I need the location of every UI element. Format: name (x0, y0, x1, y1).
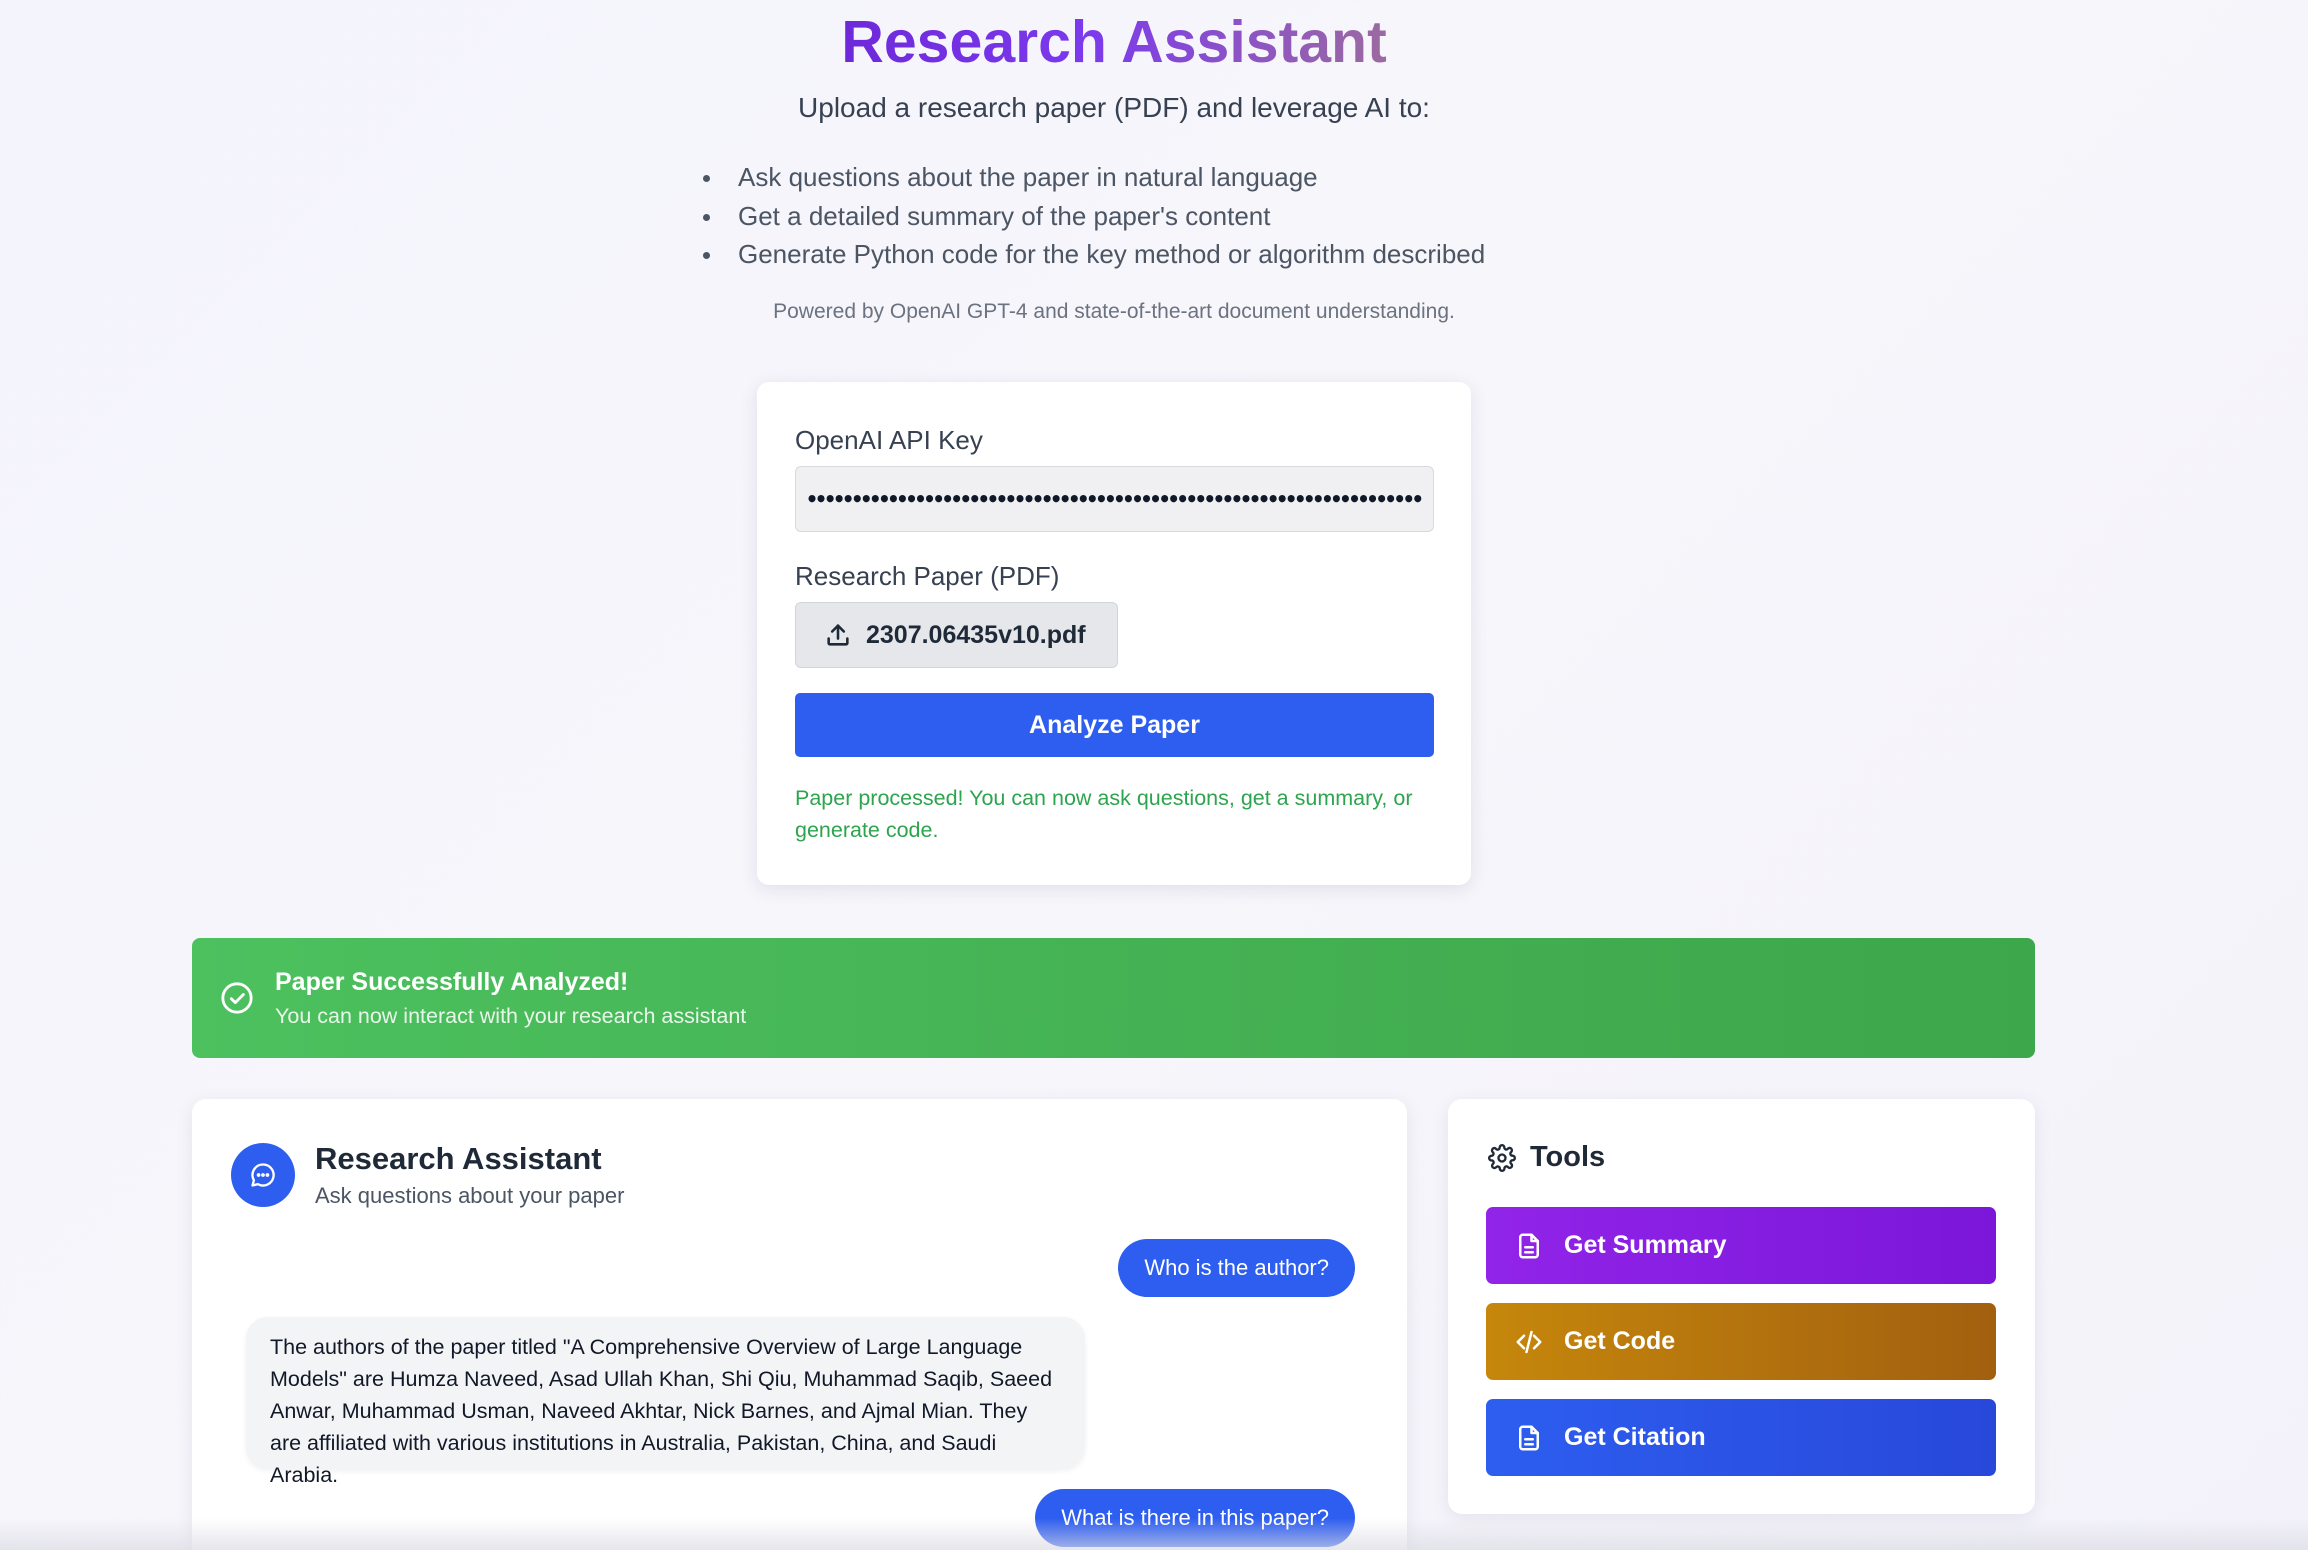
tools-title: Tools (1530, 1141, 1606, 1173)
check-circle-icon (221, 982, 253, 1014)
api-key-input[interactable]: ••••••••••••••••••••••••••••••••••••••••… (795, 466, 1434, 532)
document-icon (1519, 1233, 1539, 1258)
get-citation-label: Get Citation (1564, 1423, 1706, 1451)
file-upload-button[interactable]: 2307.06435v10.pdf (795, 602, 1118, 668)
api-key-label: OpenAI API Key (795, 425, 983, 455)
chat-panel: Research Assistant Ask questions about y… (192, 1099, 1407, 1550)
page-subtitle: Upload a research paper (PDF) and levera… (798, 92, 1430, 123)
tools-panel: Tools Get Summary Get Code Get Citation (1448, 1099, 2035, 1514)
chat-bubble-icon (251, 1163, 275, 1187)
feature-item: Ask questions about the paper in natural… (700, 158, 1485, 197)
code-icon (1516, 1330, 1542, 1353)
analyze-paper-button[interactable]: Analyze Paper (795, 693, 1434, 757)
upload-card: OpenAI API Key •••••••••••••••••••••••••… (757, 382, 1471, 885)
chat-title: Research Assistant (315, 1141, 602, 1176)
document-icon (1519, 1425, 1539, 1450)
assistant-message: The authors of the paper titled "A Compr… (246, 1317, 1085, 1487)
powered-by-note: Powered by OpenAI GPT-4 and state-of-the… (773, 300, 1455, 323)
banner-subtitle: You can now interact with your research … (275, 1004, 747, 1028)
bottom-fade (0, 1518, 2308, 1550)
chat-avatar (231, 1143, 295, 1207)
upload-icon (827, 624, 849, 646)
file-name: 2307.06435v10.pdf (866, 620, 1086, 649)
gear-icon (1488, 1143, 1516, 1172)
status-message: Paper processed! You can now ask questio… (795, 786, 1413, 842)
page-title: Research Assistant (841, 9, 1387, 75)
get-summary-button[interactable]: Get Summary (1486, 1207, 1996, 1284)
get-code-button[interactable]: Get Code (1486, 1303, 1996, 1380)
feature-list: Ask questions about the paper in natural… (700, 158, 1485, 274)
get-citation-button[interactable]: Get Citation (1486, 1399, 1996, 1476)
user-message: Who is the author? (1118, 1239, 1355, 1297)
banner-title: Paper Successfully Analyzed! (275, 968, 629, 996)
get-code-label: Get Code (1564, 1327, 1676, 1355)
pdf-label: Research Paper (PDF) (795, 561, 1060, 591)
feature-item: Get a detailed summary of the paper's co… (700, 197, 1485, 236)
chat-subtitle: Ask questions about your paper (315, 1183, 625, 1208)
success-banner: Paper Successfully Analyzed! You can now… (192, 938, 2035, 1058)
tools-header: Tools (1488, 1141, 1605, 1174)
page: Research Assistant Upload a research pap… (0, 0, 2308, 1550)
get-summary-label: Get Summary (1564, 1231, 1727, 1259)
feature-item: Generate Python code for the key method … (700, 235, 1485, 274)
